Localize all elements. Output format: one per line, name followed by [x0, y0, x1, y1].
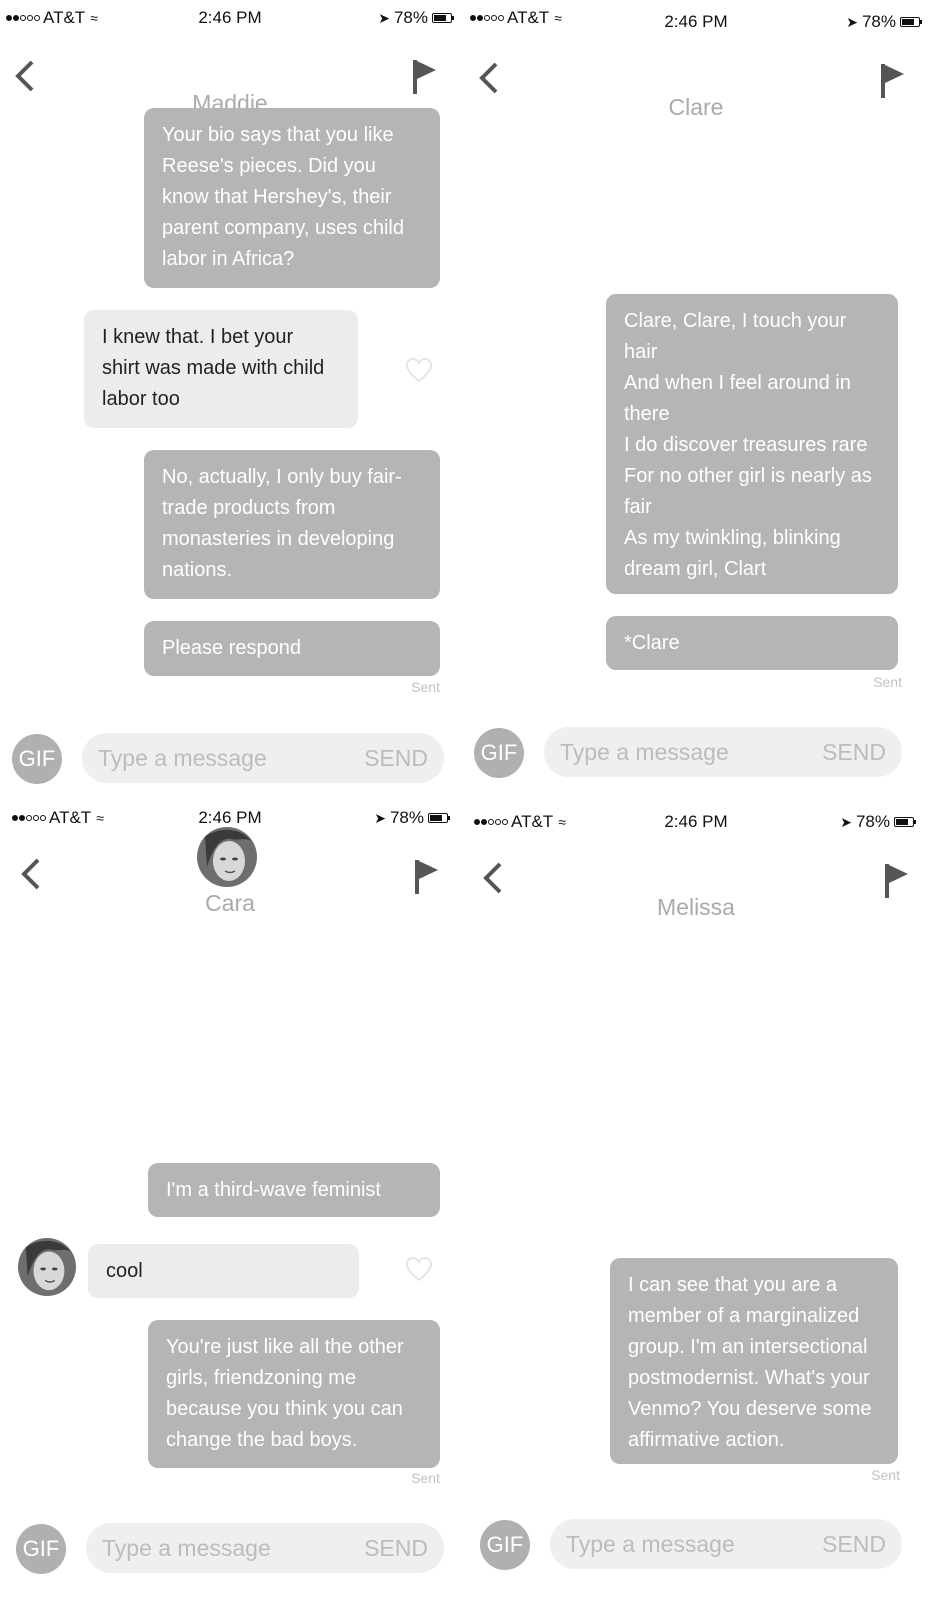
send-button[interactable]: SEND: [364, 1535, 428, 1562]
message-outgoing: You're just like all the other girls, fr…: [148, 1320, 440, 1468]
battery-indicator: ➤ 78%: [378, 8, 454, 28]
message-input[interactable]: Type a message SEND: [82, 733, 444, 783]
message-input[interactable]: Type a message SEND: [544, 727, 902, 777]
message-input[interactable]: Type a message SEND: [86, 1523, 444, 1573]
message-input[interactable]: Type a message SEND: [550, 1519, 902, 1569]
contact-name: Melissa: [657, 894, 735, 920]
battery-icon: [894, 817, 916, 827]
battery-percent: 78%: [855, 812, 890, 831]
message-outgoing: Please respond: [144, 621, 440, 676]
battery-percent: 78%: [861, 12, 896, 31]
message-placeholder: Type a message: [566, 1531, 735, 1557]
battery-indicator: ➤ 78%: [840, 812, 916, 832]
battery-percent: 78%: [393, 8, 428, 27]
back-chevron-icon[interactable]: [478, 858, 508, 898]
send-button[interactable]: SEND: [822, 739, 886, 766]
sent-status: Sent: [411, 679, 440, 695]
gif-button[interactable]: GIF: [474, 728, 524, 778]
battery-icon: [432, 13, 454, 23]
battery-icon: [900, 17, 922, 27]
chat-screen-maddie: AT&T ≈ 2:46 PM ➤ 78% Maddie Your bio say…: [0, 0, 460, 800]
battery-indicator: ➤ 78%: [846, 12, 922, 32]
avatar-photo-icon: [197, 827, 257, 887]
battery-fill: [430, 815, 443, 821]
send-button[interactable]: SEND: [822, 1531, 886, 1558]
message-outgoing: Your bio says that you like Reese's piec…: [144, 108, 440, 288]
gif-button[interactable]: GIF: [480, 1520, 530, 1570]
status-bar: AT&T ≈ 2:46 PM ➤ 78%: [464, 802, 928, 832]
back-chevron-icon[interactable]: [16, 854, 46, 894]
contact-name: Cara: [205, 890, 255, 916]
location-arrow-icon: ➤: [378, 9, 390, 26]
chat-screen-clare: AT&T ≈ 2:46 PM ➤ 78% Clare Clare, Clare,…: [464, 0, 928, 800]
battery-fill: [902, 19, 915, 25]
message-outgoing: I can see that you are a member of a mar…: [610, 1258, 898, 1464]
sent-status: Sent: [411, 1470, 440, 1486]
location-arrow-icon: ➤: [846, 13, 858, 30]
message-outgoing: No, actually, I only buy fair- trade pro…: [144, 450, 440, 599]
chat-screen-cara: AT&T ≈ 2:46 PM ➤ 78% Cara I'm a third-wa…: [0, 802, 460, 1606]
sent-status: Sent: [871, 1467, 900, 1483]
message-placeholder: Type a message: [98, 745, 267, 771]
message-placeholder: Type a message: [102, 1535, 271, 1561]
battery-percent: 78%: [389, 808, 424, 827]
chat-screen-melissa: AT&T ≈ 2:46 PM ➤ 78% Melissa I can see t…: [464, 802, 928, 1606]
back-chevron-icon[interactable]: [474, 58, 504, 98]
message-outgoing: I'm a third-wave feminist: [148, 1163, 440, 1217]
message-outgoing: Clare, Clare, I touch your hair And when…: [606, 294, 898, 594]
contact-avatar[interactable]: [18, 1238, 76, 1296]
battery-icon: [428, 813, 450, 823]
avatar-photo-icon: [18, 1238, 76, 1296]
gif-button[interactable]: GIF: [16, 1524, 66, 1574]
like-heart-icon[interactable]: [405, 357, 433, 383]
battery-indicator: ➤ 78%: [374, 808, 450, 828]
location-arrow-icon: ➤: [374, 809, 386, 826]
message-outgoing: *Clare: [606, 616, 898, 670]
like-heart-icon[interactable]: [405, 1256, 433, 1282]
send-button[interactable]: SEND: [364, 745, 428, 772]
message-placeholder: Type a message: [560, 739, 729, 765]
sent-status: Sent: [873, 674, 902, 690]
status-bar: AT&T ≈ 2:46 PM ➤ 78%: [464, 0, 928, 32]
location-arrow-icon: ➤: [840, 813, 852, 830]
contact-name: Clare: [668, 94, 724, 120]
message-incoming: I knew that. I bet your shirt was made w…: [84, 310, 358, 428]
battery-fill: [434, 15, 447, 21]
message-incoming: cool: [88, 1244, 359, 1298]
contact-avatar[interactable]: [197, 827, 257, 887]
gif-button[interactable]: GIF: [12, 734, 62, 784]
status-bar: AT&T ≈ 2:46 PM ➤ 78%: [0, 0, 460, 30]
battery-fill: [896, 819, 909, 825]
